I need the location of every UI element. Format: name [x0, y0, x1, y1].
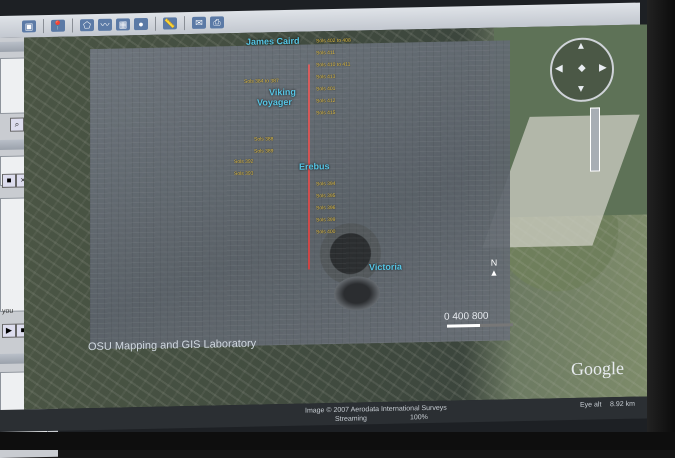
path-icon[interactable]: 〰 — [98, 18, 112, 31]
monitor-bezel-bottom — [0, 432, 675, 450]
arrow-glyph: ▲ — [489, 267, 499, 278]
placemark-icon[interactable]: 📍 — [51, 19, 65, 32]
pan-down-icon[interactable]: ▼ — [576, 84, 586, 95]
center-icon[interactable]: ◆ — [578, 63, 586, 74]
image-overlay[interactable] — [90, 40, 510, 350]
stop-icon[interactable]: ■ — [2, 173, 16, 188]
sidebar-text: you — [2, 307, 14, 315]
overlay-texture — [90, 40, 510, 350]
label-viking[interactable]: Viking — [269, 87, 296, 98]
point-label[interactable]: Sols 401 — [316, 86, 335, 92]
zoom-slider[interactable] — [590, 107, 600, 172]
point-label[interactable]: Sols 399 — [316, 217, 335, 223]
record-icon[interactable]: ● — [134, 17, 148, 31]
point-label[interactable]: Sols 393 — [234, 171, 253, 177]
label-victoria[interactable]: Victoria — [369, 262, 402, 273]
overlay-icon[interactable]: ▦ — [116, 18, 130, 31]
scale-labels: 0 400 800 — [444, 311, 489, 323]
point-label[interactable]: Sols 411 — [316, 50, 335, 56]
compass-letter: N — [490, 257, 498, 268]
eye-alt-label: Eye alt — [580, 401, 602, 409]
google-watermark: Google — [571, 357, 624, 380]
scale-label: 0 — [444, 311, 450, 323]
point-label[interactable]: Sols 392 — [234, 159, 253, 165]
pan-right-icon[interactable]: ▶ — [599, 62, 607, 73]
toolbar-separator — [184, 16, 185, 31]
point-label[interactable]: Sols 413 — [316, 74, 335, 80]
label-voyager[interactable]: Voyager — [257, 97, 292, 108]
point-label[interactable]: Sols 388 — [254, 136, 273, 142]
label-james-caird[interactable]: James Caird — [246, 36, 300, 47]
expand-icon[interactable]: ▶ — [2, 323, 16, 338]
monitor-bezel-right — [647, 0, 675, 450]
google-earth-window: ▣ 📍 ⬠ 〰 ▦ ● 📏 ✉ ⎙ ⌕ ■ × you ▶ ■ James Ca… — [0, 0, 660, 458]
streaming-value: 100% — [410, 414, 428, 422]
label-erebus[interactable]: Erebus — [299, 161, 330, 172]
print-icon[interactable]: ⎙ — [210, 16, 224, 29]
sidebar-toggle-icon[interactable]: ▣ — [22, 20, 36, 33]
pan-up-icon[interactable]: ▲ — [576, 41, 586, 52]
polygon-icon[interactable]: ⬠ — [80, 19, 94, 32]
pan-left-icon[interactable]: ◀ — [555, 63, 563, 74]
scale-label: 800 — [471, 310, 489, 323]
north-arrow-icon: N ▲ — [487, 258, 501, 284]
point-label[interactable]: Sols 415 — [316, 110, 335, 116]
toolbar-separator — [72, 18, 73, 33]
eye-alt-value: 8.92 km — [610, 400, 635, 409]
point-label[interactable]: Sols 389 — [254, 148, 273, 154]
point-label[interactable]: Sols 412 — [316, 98, 335, 104]
streaming-label: Streaming — [335, 415, 367, 423]
point-label[interactable]: Sols 396 — [316, 205, 335, 211]
point-label[interactable]: Sols 402 to 408 — [316, 38, 351, 45]
point-label[interactable]: Sols 394 — [316, 181, 335, 187]
email-icon[interactable]: ✉ — [192, 16, 206, 29]
point-label[interactable]: Sols 410 to 411 — [316, 62, 350, 69]
toolbar-separator — [43, 19, 44, 34]
map-view[interactable]: James Caird Viking Voyager Erebus Victor… — [24, 24, 652, 410]
toolbar-separator — [155, 16, 156, 31]
point-label[interactable]: Sols 395 — [316, 193, 335, 199]
point-label[interactable]: Sols 400 — [316, 229, 335, 235]
ruler-icon[interactable]: 📏 — [163, 17, 177, 30]
search-icon[interactable]: ⌕ — [10, 117, 24, 132]
scale-label: 400 — [452, 311, 470, 323]
point-label[interactable]: Sols 384 to 387 — [244, 78, 279, 85]
